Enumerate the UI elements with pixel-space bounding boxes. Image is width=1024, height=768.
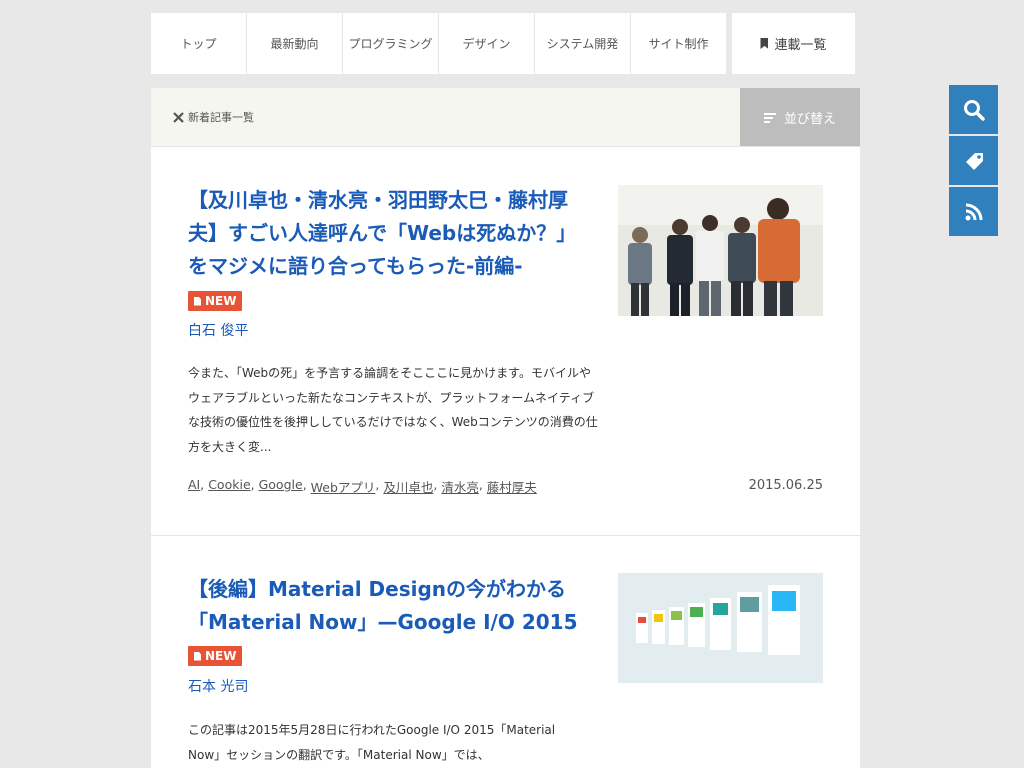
new-badge-label: NEW: [205, 294, 237, 308]
new-badge-label: NEW: [205, 649, 237, 663]
nav-item-system-dev[interactable]: システム開発: [535, 13, 631, 74]
article-thumbnail[interactable]: [618, 185, 823, 316]
tag-button[interactable]: [949, 136, 998, 185]
sort-icon: [763, 112, 776, 123]
article-list: 新着記事一覧 並び替え 【及川卓也・清水亮・羽田野太巳・藤村厚夫】すごい人達呼ん…: [151, 88, 860, 768]
article-item: 【後編】Material Designの今がわかる「Material Now」—…: [151, 536, 860, 768]
tools-icon: [173, 111, 184, 123]
tag-link[interactable]: Cookie: [208, 477, 250, 496]
article-thumbnail[interactable]: [618, 573, 823, 683]
sort-button[interactable]: 並び替え: [740, 88, 860, 146]
series-list-button[interactable]: 連載一覧: [732, 13, 855, 74]
sort-label: 並び替え: [783, 111, 836, 127]
list-title-text: 新着記事一覧: [188, 111, 254, 124]
list-title: 新着記事一覧: [151, 88, 740, 146]
new-badge: NEW: [188, 646, 243, 666]
side-toolbar: [949, 85, 998, 238]
nav-item-trends[interactable]: 最新動向: [247, 13, 343, 74]
bookmark-icon: [760, 38, 769, 49]
tag-icon: [965, 152, 983, 170]
tag-link[interactable]: Google: [259, 477, 303, 496]
rss-icon: [965, 203, 982, 220]
rss-button[interactable]: [949, 187, 998, 236]
series-list-label: 連載一覧: [774, 38, 827, 53]
tag-link[interactable]: 及川卓也: [383, 477, 433, 496]
tag-link[interactable]: Webアプリ: [311, 477, 376, 496]
article-tags: AI, Cookie, Google, Webアプリ, 及川卓也, 清水亮, 藤…: [188, 477, 537, 496]
tag-link[interactable]: 清水亮: [441, 477, 479, 496]
article-title[interactable]: 【後編】Material Designの今がわかる「Material Now」—…: [188, 573, 608, 639]
tag-link[interactable]: AI: [188, 477, 200, 496]
nav-item-programming[interactable]: プログラミング: [343, 13, 439, 74]
document-icon: [194, 651, 201, 661]
new-badge: NEW: [188, 291, 243, 311]
tag-link[interactable]: 藤村厚夫: [487, 477, 537, 496]
list-header: 新着記事一覧 並び替え: [151, 88, 860, 147]
nav-item-design[interactable]: デザイン: [439, 13, 535, 74]
article-title[interactable]: 【及川卓也・清水亮・羽田野太巳・藤村厚夫】すごい人達呼んで「Webは死ぬか？」を…: [188, 184, 588, 283]
top-nav: トップ 最新動向 プログラミング デザイン システム開発 サイト制作: [151, 13, 726, 74]
article-date: 2015.06.25: [748, 478, 823, 493]
nav-item-site-production[interactable]: サイト制作: [631, 13, 726, 74]
document-icon: [194, 296, 201, 306]
nav-item-top[interactable]: トップ: [151, 13, 247, 74]
article-excerpt: この記事は2015年5月28日に行われたGoogle I/O 2015「Mate…: [188, 723, 556, 762]
article-item: 【及川卓也・清水亮・羽田野太巳・藤村厚夫】すごい人達呼んで「Webは死ぬか？」を…: [151, 147, 860, 536]
article-excerpt: 今また、「Webの死」を予言する論調をそこここに見かけます。モバイルやウェアラブ…: [188, 366, 598, 454]
article-author[interactable]: 石本 光司: [188, 676, 248, 696]
search-button[interactable]: [949, 85, 998, 134]
article-author[interactable]: 白石 俊平: [188, 320, 248, 340]
search-icon: [963, 99, 985, 121]
